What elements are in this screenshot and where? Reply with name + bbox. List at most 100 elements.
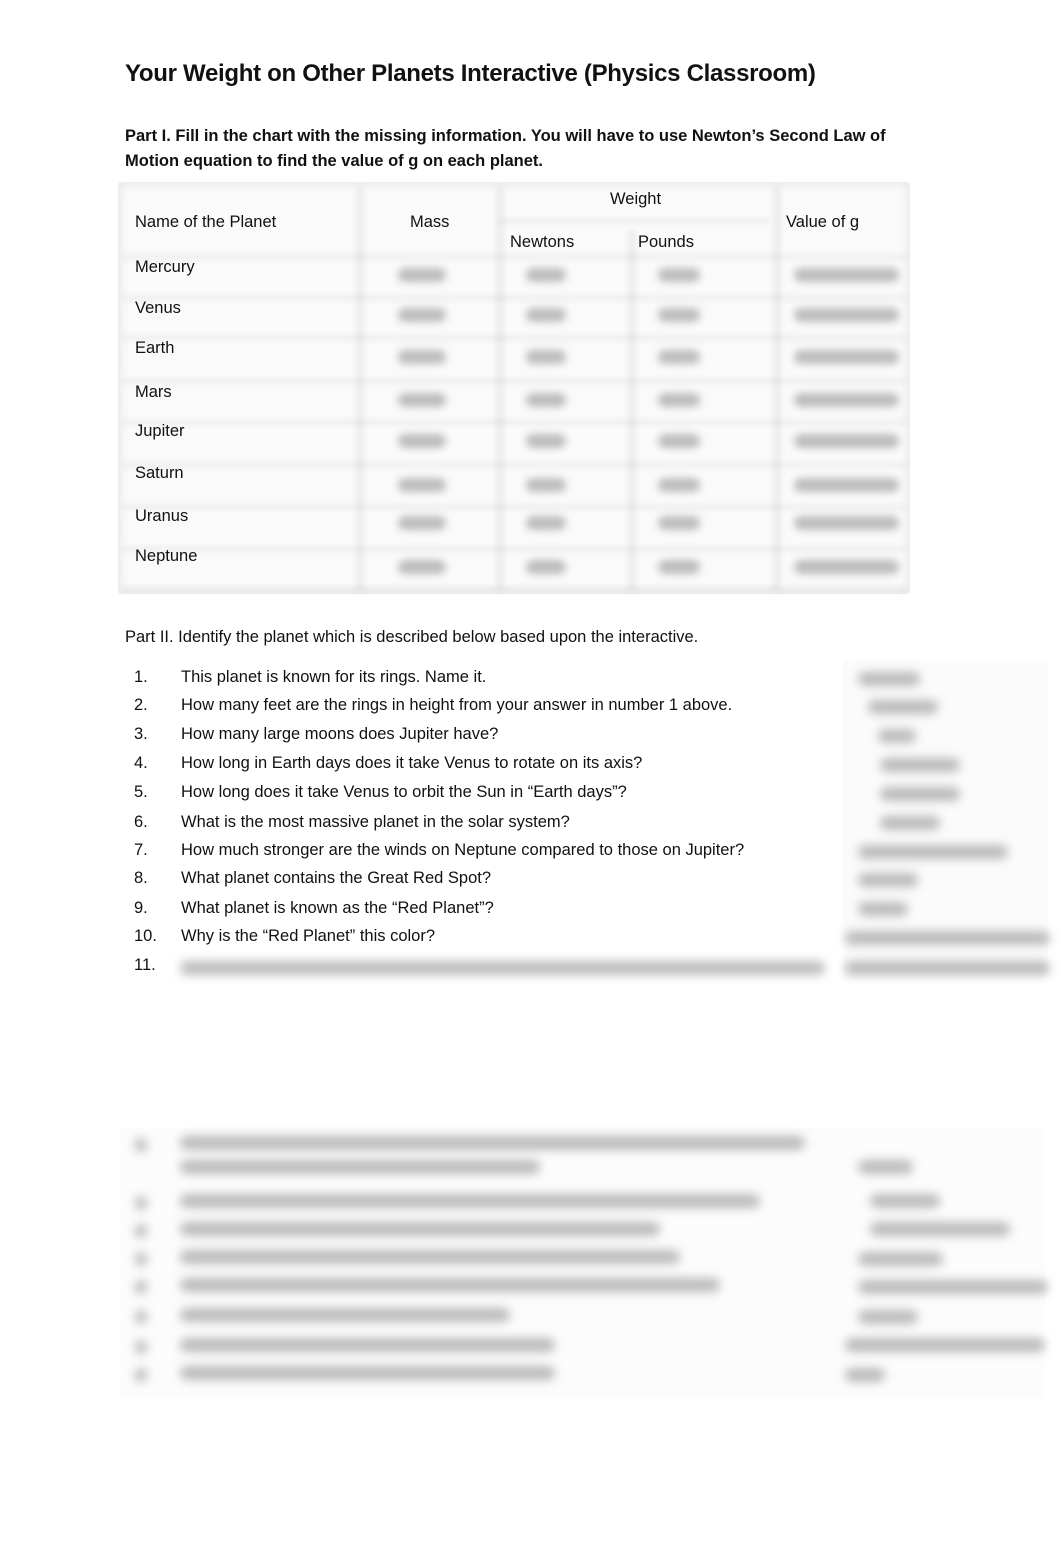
obscured-text xyxy=(180,1366,555,1380)
obscured-text xyxy=(858,1280,1048,1294)
table-cell-obscured xyxy=(398,268,446,282)
table-cell-obscured xyxy=(398,560,446,574)
row-planet-mercury: Mercury xyxy=(135,258,195,276)
table-cell-obscured xyxy=(794,308,899,322)
question-item: 6. What is the most massive planet in the… xyxy=(134,813,570,832)
question-number: 3. xyxy=(134,725,148,743)
question-text: Why is the “Red Planet” this color? xyxy=(181,927,436,945)
row-planet-mars: Mars xyxy=(135,383,172,401)
table-cell-obscured xyxy=(658,478,700,492)
table-divider xyxy=(122,254,906,260)
header-newtons: Newtons xyxy=(510,233,575,251)
question-text: This planet is known for its rings. Name… xyxy=(181,668,487,686)
answer-obscured xyxy=(878,729,916,743)
row-planet-earth: Earth xyxy=(135,339,175,357)
question-text: What is the most massive planet in the s… xyxy=(181,813,570,831)
table-cell-obscured xyxy=(794,393,899,407)
part2-instructions: Part II. Identify the planet which is de… xyxy=(125,628,699,646)
obscured-text xyxy=(180,1194,760,1208)
table-cell-obscured xyxy=(658,308,700,322)
answer-obscured xyxy=(880,758,960,772)
question-item: 8. What planet contains the Great Red Spo… xyxy=(134,869,491,888)
question-item: 3. How many large moons does Jupiter have… xyxy=(134,725,498,744)
question-item: 1. This planet is known for its rings. Na… xyxy=(134,668,486,687)
obscured-text xyxy=(870,1194,940,1208)
table-cell-obscured xyxy=(526,308,566,322)
question-number: 6. xyxy=(134,813,148,831)
page-title: Your Weight on Other Planets Interactive… xyxy=(125,60,816,87)
table-cell-obscured xyxy=(526,516,566,530)
table-cell-obscured xyxy=(526,478,566,492)
table-divider xyxy=(496,186,504,590)
question-text: How many large moons does Jupiter have? xyxy=(181,725,499,743)
row-planet-uranus: Uranus xyxy=(135,507,189,525)
obscured-text xyxy=(180,1250,680,1264)
row-planet-saturn: Saturn xyxy=(135,464,184,482)
row-planet-jupiter: Jupiter xyxy=(135,422,185,440)
question-item: 9. What planet is known as the “Red Plane… xyxy=(134,899,494,918)
table-cell-obscured xyxy=(658,434,700,448)
table-cell-obscured xyxy=(794,434,899,448)
question-number: 10. xyxy=(134,927,157,945)
answer-obscured xyxy=(858,845,1008,859)
table-cell-obscured xyxy=(526,560,566,574)
answer-obscured xyxy=(845,961,1050,975)
header-value-of-g: Value of g xyxy=(786,213,860,231)
question-item: 4. How long in Earth days does it take Ve… xyxy=(134,754,642,773)
answer-obscured xyxy=(868,700,938,714)
obscured-text xyxy=(858,1160,913,1174)
table-divider xyxy=(122,378,906,384)
table-divider xyxy=(122,504,906,510)
table-cell-obscured xyxy=(398,434,446,448)
table-cell-obscured xyxy=(658,560,700,574)
question-number: 8. xyxy=(134,869,148,887)
answer-obscured xyxy=(858,672,920,686)
table-divider xyxy=(122,295,906,301)
question-text-obscured xyxy=(180,961,825,975)
answer-obscured xyxy=(880,816,940,830)
table-divider xyxy=(122,462,906,468)
obscured-text xyxy=(135,1138,147,1152)
header-weight: Weight xyxy=(610,190,662,208)
table-divider xyxy=(356,186,364,590)
header-planet: Name of the Planet xyxy=(135,213,277,231)
obscured-text xyxy=(858,1310,918,1324)
question-number: 5. xyxy=(134,783,148,801)
obscured-text xyxy=(180,1136,805,1150)
question-number: 9. xyxy=(134,899,148,917)
table-divider xyxy=(122,586,906,592)
planet-weight-table: Name of the Planet Mass Weight Newtons P… xyxy=(118,182,910,594)
table-cell-obscured xyxy=(398,516,446,530)
table-cell-obscured xyxy=(658,393,700,407)
table-cell-obscured xyxy=(398,308,446,322)
table-cell-obscured xyxy=(658,516,700,530)
table-cell-obscured xyxy=(526,350,566,364)
question-number: 7. xyxy=(134,841,148,859)
question-text: How long does it take Venus to orbit the… xyxy=(181,783,627,801)
table-cell-obscured xyxy=(794,268,899,282)
obscured-text xyxy=(845,1338,1045,1352)
obscured-text xyxy=(870,1222,1010,1236)
obscured-text xyxy=(135,1224,147,1238)
question-number: 4. xyxy=(134,754,148,772)
header-pounds: Pounds xyxy=(638,233,694,251)
obscured-text xyxy=(180,1338,555,1352)
question-text: How much stronger are the winds on Neptu… xyxy=(181,841,745,859)
question-item: 10. Why is the “Red Planet” this color? xyxy=(134,927,435,946)
obscured-text xyxy=(135,1280,147,1294)
table-cell-obscured xyxy=(658,268,700,282)
table-cell-obscured xyxy=(398,350,446,364)
table-cell-obscured xyxy=(794,516,899,530)
question-item: 11. xyxy=(134,956,181,975)
question-item: 2. How many feet are the rings in height … xyxy=(134,696,732,715)
question-text: What planet is known as the “Red Planet”… xyxy=(181,899,494,917)
answer-obscured xyxy=(845,931,1050,945)
part1-instructions: Part I. Fill in the chart with the missi… xyxy=(125,127,886,170)
question-item: 7. How much stronger are the winds on Nep… xyxy=(134,841,744,860)
obscured-text xyxy=(845,1368,885,1382)
question-number: 11. xyxy=(134,956,156,974)
question-number: 1. xyxy=(134,668,148,686)
table-cell-obscured xyxy=(526,393,566,407)
header-mass: Mass xyxy=(410,213,450,231)
table-cell-obscured xyxy=(398,478,446,492)
